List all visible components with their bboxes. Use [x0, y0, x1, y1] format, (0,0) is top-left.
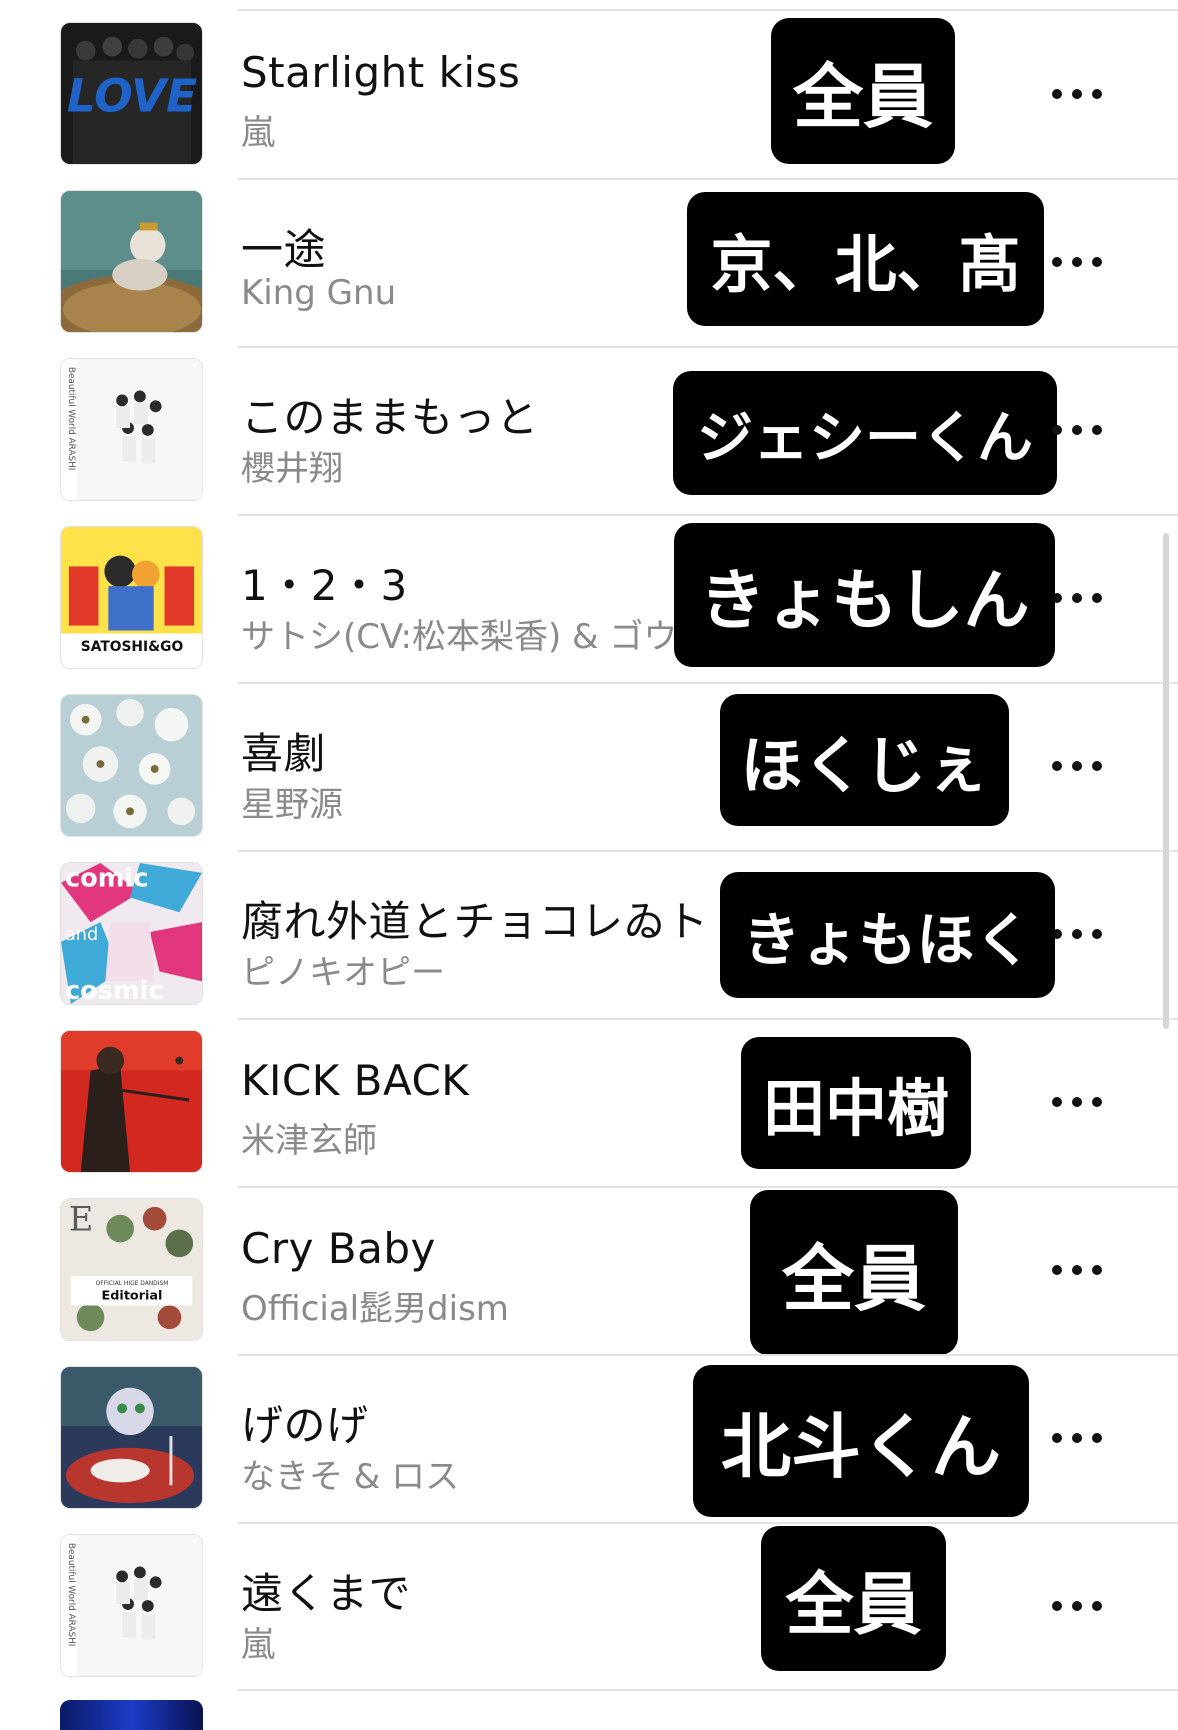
album-art-text: and	[65, 925, 98, 945]
ellipsis-icon[interactable]	[1052, 1092, 1102, 1112]
song-artist: Official髭男dism	[241, 1289, 509, 1329]
song-title: げのげ	[241, 1401, 369, 1450]
ellipsis-icon[interactable]	[1052, 84, 1102, 104]
album-art-satoshi-go: SATOSHI&GO	[60, 526, 203, 669]
song-title: Starlight kiss	[241, 48, 521, 97]
song-title: Cry Baby	[241, 1224, 436, 1273]
song-artist: 嵐	[241, 113, 275, 153]
song-artist: なきそ & ロス	[241, 1457, 460, 1497]
song-list: LOVE Starlight kiss 嵐 全員 一途 King Gnu 京、北…	[0, 0, 1178, 1730]
song-title: 腐れ外道とチョコレゐト	[241, 897, 709, 946]
scrollbar[interactable]	[1163, 533, 1169, 1029]
member-tag: 京、北、髙	[687, 192, 1044, 326]
song-row-kusare-gedou[interactable]: comic and cosmic 腐れ外道とチョコレゐト ピノキオピー きょもほ…	[0, 852, 1178, 1020]
member-tag: 全員	[771, 18, 955, 164]
song-row-kigeki[interactable]: 喜劇 星野源 ほくじぇ	[0, 684, 1178, 852]
song-title: 1・2・3	[241, 561, 408, 610]
song-artist: サトシ(CV:松本梨香) & ゴウ	[241, 617, 678, 657]
song-artist: King Gnu	[241, 273, 397, 313]
song-row-genoge[interactable]: げのげ なきそ & ロス 北斗くん	[0, 1356, 1178, 1524]
song-artist: 米津玄師	[241, 1121, 377, 1161]
song-row-ichizu[interactable]: 一途 King Gnu 京、北、髙	[0, 180, 1178, 348]
song-artist: 櫻井翔	[241, 449, 343, 489]
album-art-love: LOVE	[60, 22, 203, 165]
ellipsis-icon[interactable]	[1052, 588, 1102, 608]
ellipsis-icon[interactable]	[1052, 1260, 1102, 1280]
song-title: 遠くまで	[241, 1569, 412, 1618]
song-row-konomama-motto[interactable]: Beautiful World ARASHI このままもっと 櫻井翔 ジェシーく…	[0, 348, 1178, 516]
song-artist: ピノキオピー	[241, 953, 445, 993]
member-tag: きょもほく	[720, 872, 1055, 998]
ellipsis-icon[interactable]	[1052, 1428, 1102, 1448]
song-row-starlight-kiss[interactable]: LOVE Starlight kiss 嵐 全員	[0, 12, 1178, 180]
song-row-1-2-3[interactable]: SATOSHI&GO 1・2・3 サトシ(CV:松本梨香) & ゴウ きょもしん	[0, 516, 1178, 684]
song-title: 喜劇	[241, 729, 327, 778]
song-artist: 嵐	[241, 1625, 275, 1665]
separator	[238, 9, 1178, 11]
separator	[238, 1689, 1178, 1691]
member-tag: きょもしん	[674, 523, 1055, 667]
member-tag: 全員	[750, 1190, 958, 1355]
album-art-text: Editorial	[102, 1289, 163, 1304]
member-tag: 田中樹	[741, 1037, 971, 1169]
member-tag: ジェシーくん	[673, 371, 1057, 495]
album-art-text: Beautiful World ARASHI	[66, 367, 76, 471]
album-art-text: LOVE	[67, 70, 197, 123]
ellipsis-icon[interactable]	[1052, 1596, 1102, 1616]
album-art-partial	[60, 1700, 203, 1730]
album-art-genoge	[60, 1366, 203, 1509]
ellipsis-icon[interactable]	[1052, 252, 1102, 272]
album-art-beautiful-world: Beautiful World ARASHI	[60, 1534, 203, 1677]
album-art-blossoms	[60, 694, 203, 837]
album-art-text: Beautiful World ARASHI	[66, 1543, 76, 1647]
member-tag: 北斗くん	[693, 1365, 1029, 1517]
song-artist: 星野源	[241, 785, 343, 825]
member-tag: 全員	[761, 1526, 946, 1671]
album-art-text: OFFICIAL HIGE DANDISM	[96, 1281, 169, 1287]
album-art-comic-cosmic: comic and cosmic	[60, 862, 203, 1005]
album-art-beautiful-world: Beautiful World ARASHI	[60, 358, 203, 501]
song-row-kick-back[interactable]: KICK BACK 米津玄師 田中樹	[0, 1020, 1178, 1188]
song-row-tooku-made[interactable]: Beautiful World ARASHI 遠くまで 嵐 全員	[0, 1524, 1178, 1692]
album-art-kick-back	[60, 1030, 203, 1173]
album-art-ichizu	[60, 190, 203, 333]
ellipsis-icon[interactable]	[1052, 756, 1102, 776]
song-title: このままもっと	[241, 393, 539, 442]
ellipsis-icon[interactable]	[1052, 924, 1102, 944]
album-art-editorial: E OFFICIAL HIGE DANDISM Editorial	[60, 1198, 203, 1341]
album-art-text: comic	[65, 864, 148, 894]
album-art-text: cosmic	[65, 976, 164, 1004]
song-row-cry-baby[interactable]: E OFFICIAL HIGE DANDISM Editorial Cry Ba…	[0, 1188, 1178, 1356]
member-tag: ほくじぇ	[720, 694, 1009, 826]
ellipsis-icon[interactable]	[1052, 420, 1102, 440]
album-art-text: E	[69, 1200, 93, 1239]
song-title: KICK BACK	[241, 1056, 470, 1105]
album-art-text: SATOSHI&GO	[81, 639, 184, 655]
song-title: 一途	[241, 225, 327, 274]
